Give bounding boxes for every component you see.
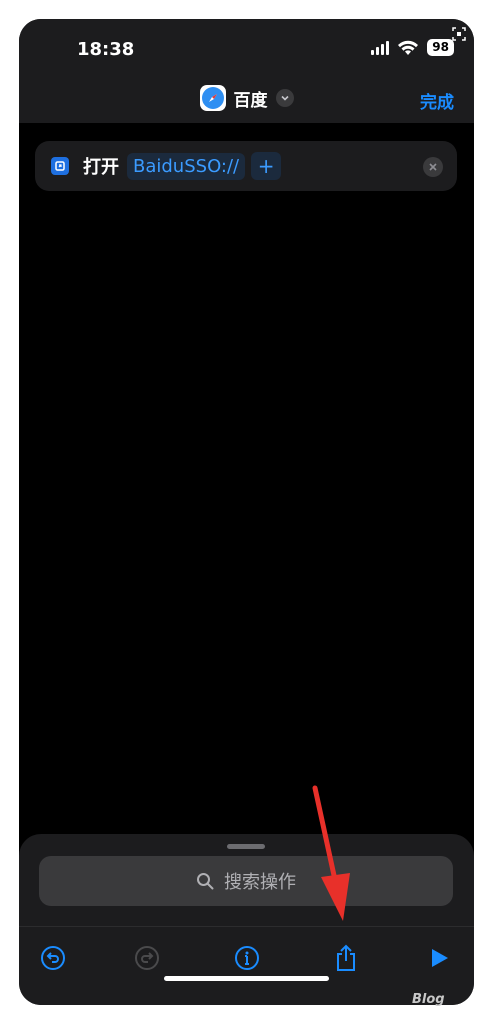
play-icon	[432, 949, 448, 967]
search-actions-field[interactable]: 搜索操作	[39, 856, 453, 906]
shortcut-title-button[interactable]: 百度	[19, 85, 474, 111]
open-url-icon	[51, 157, 69, 175]
info-button[interactable]	[233, 944, 261, 972]
remove-action-button[interactable]	[423, 157, 443, 177]
share-button[interactable]	[332, 944, 360, 972]
redo-button[interactable]	[133, 944, 161, 972]
chevron-down-icon	[275, 89, 294, 107]
status-time: 18:38	[77, 39, 135, 60]
watermark: Blog	[412, 992, 445, 1007]
navigation-bar: 百度 完成	[19, 81, 474, 117]
open-url-action[interactable]: 打开 BaiduSSO:// +	[35, 141, 457, 191]
url-parameter[interactable]: BaiduSSO://	[127, 152, 246, 180]
battery-indicator: 98	[427, 39, 454, 56]
run-button[interactable]	[425, 944, 453, 972]
status-indicators: 98	[371, 39, 454, 56]
home-indicator	[164, 976, 329, 981]
screenshot-icon	[452, 27, 466, 41]
safari-app-icon	[199, 85, 226, 111]
compass-icon	[208, 94, 217, 102]
undo-icon	[41, 946, 65, 970]
wifi-icon	[398, 40, 419, 55]
editor-toolbar	[19, 934, 474, 982]
search-icon	[197, 873, 214, 890]
redo-icon	[135, 946, 159, 970]
phone-screen: 18:38 98 百度 完成 打开 BaiduSSO:// + 搜索操作	[19, 19, 474, 1005]
add-url-button[interactable]: +	[251, 152, 282, 180]
shortcut-title: 百度	[233, 90, 268, 111]
close-icon	[429, 163, 437, 171]
sheet-grabber[interactable]	[227, 844, 265, 849]
annotation-arrow	[312, 785, 350, 921]
share-icon	[337, 944, 355, 971]
toolbar-divider	[19, 926, 474, 927]
header-area: 18:38 98 百度 完成	[19, 19, 474, 123]
info-icon	[235, 946, 259, 970]
search-placeholder: 搜索操作	[224, 872, 296, 893]
undo-button[interactable]	[39, 944, 67, 972]
cellular-signal-icon	[371, 40, 390, 55]
action-verb-label: 打开	[83, 157, 119, 178]
done-button[interactable]: 完成	[420, 88, 454, 113]
